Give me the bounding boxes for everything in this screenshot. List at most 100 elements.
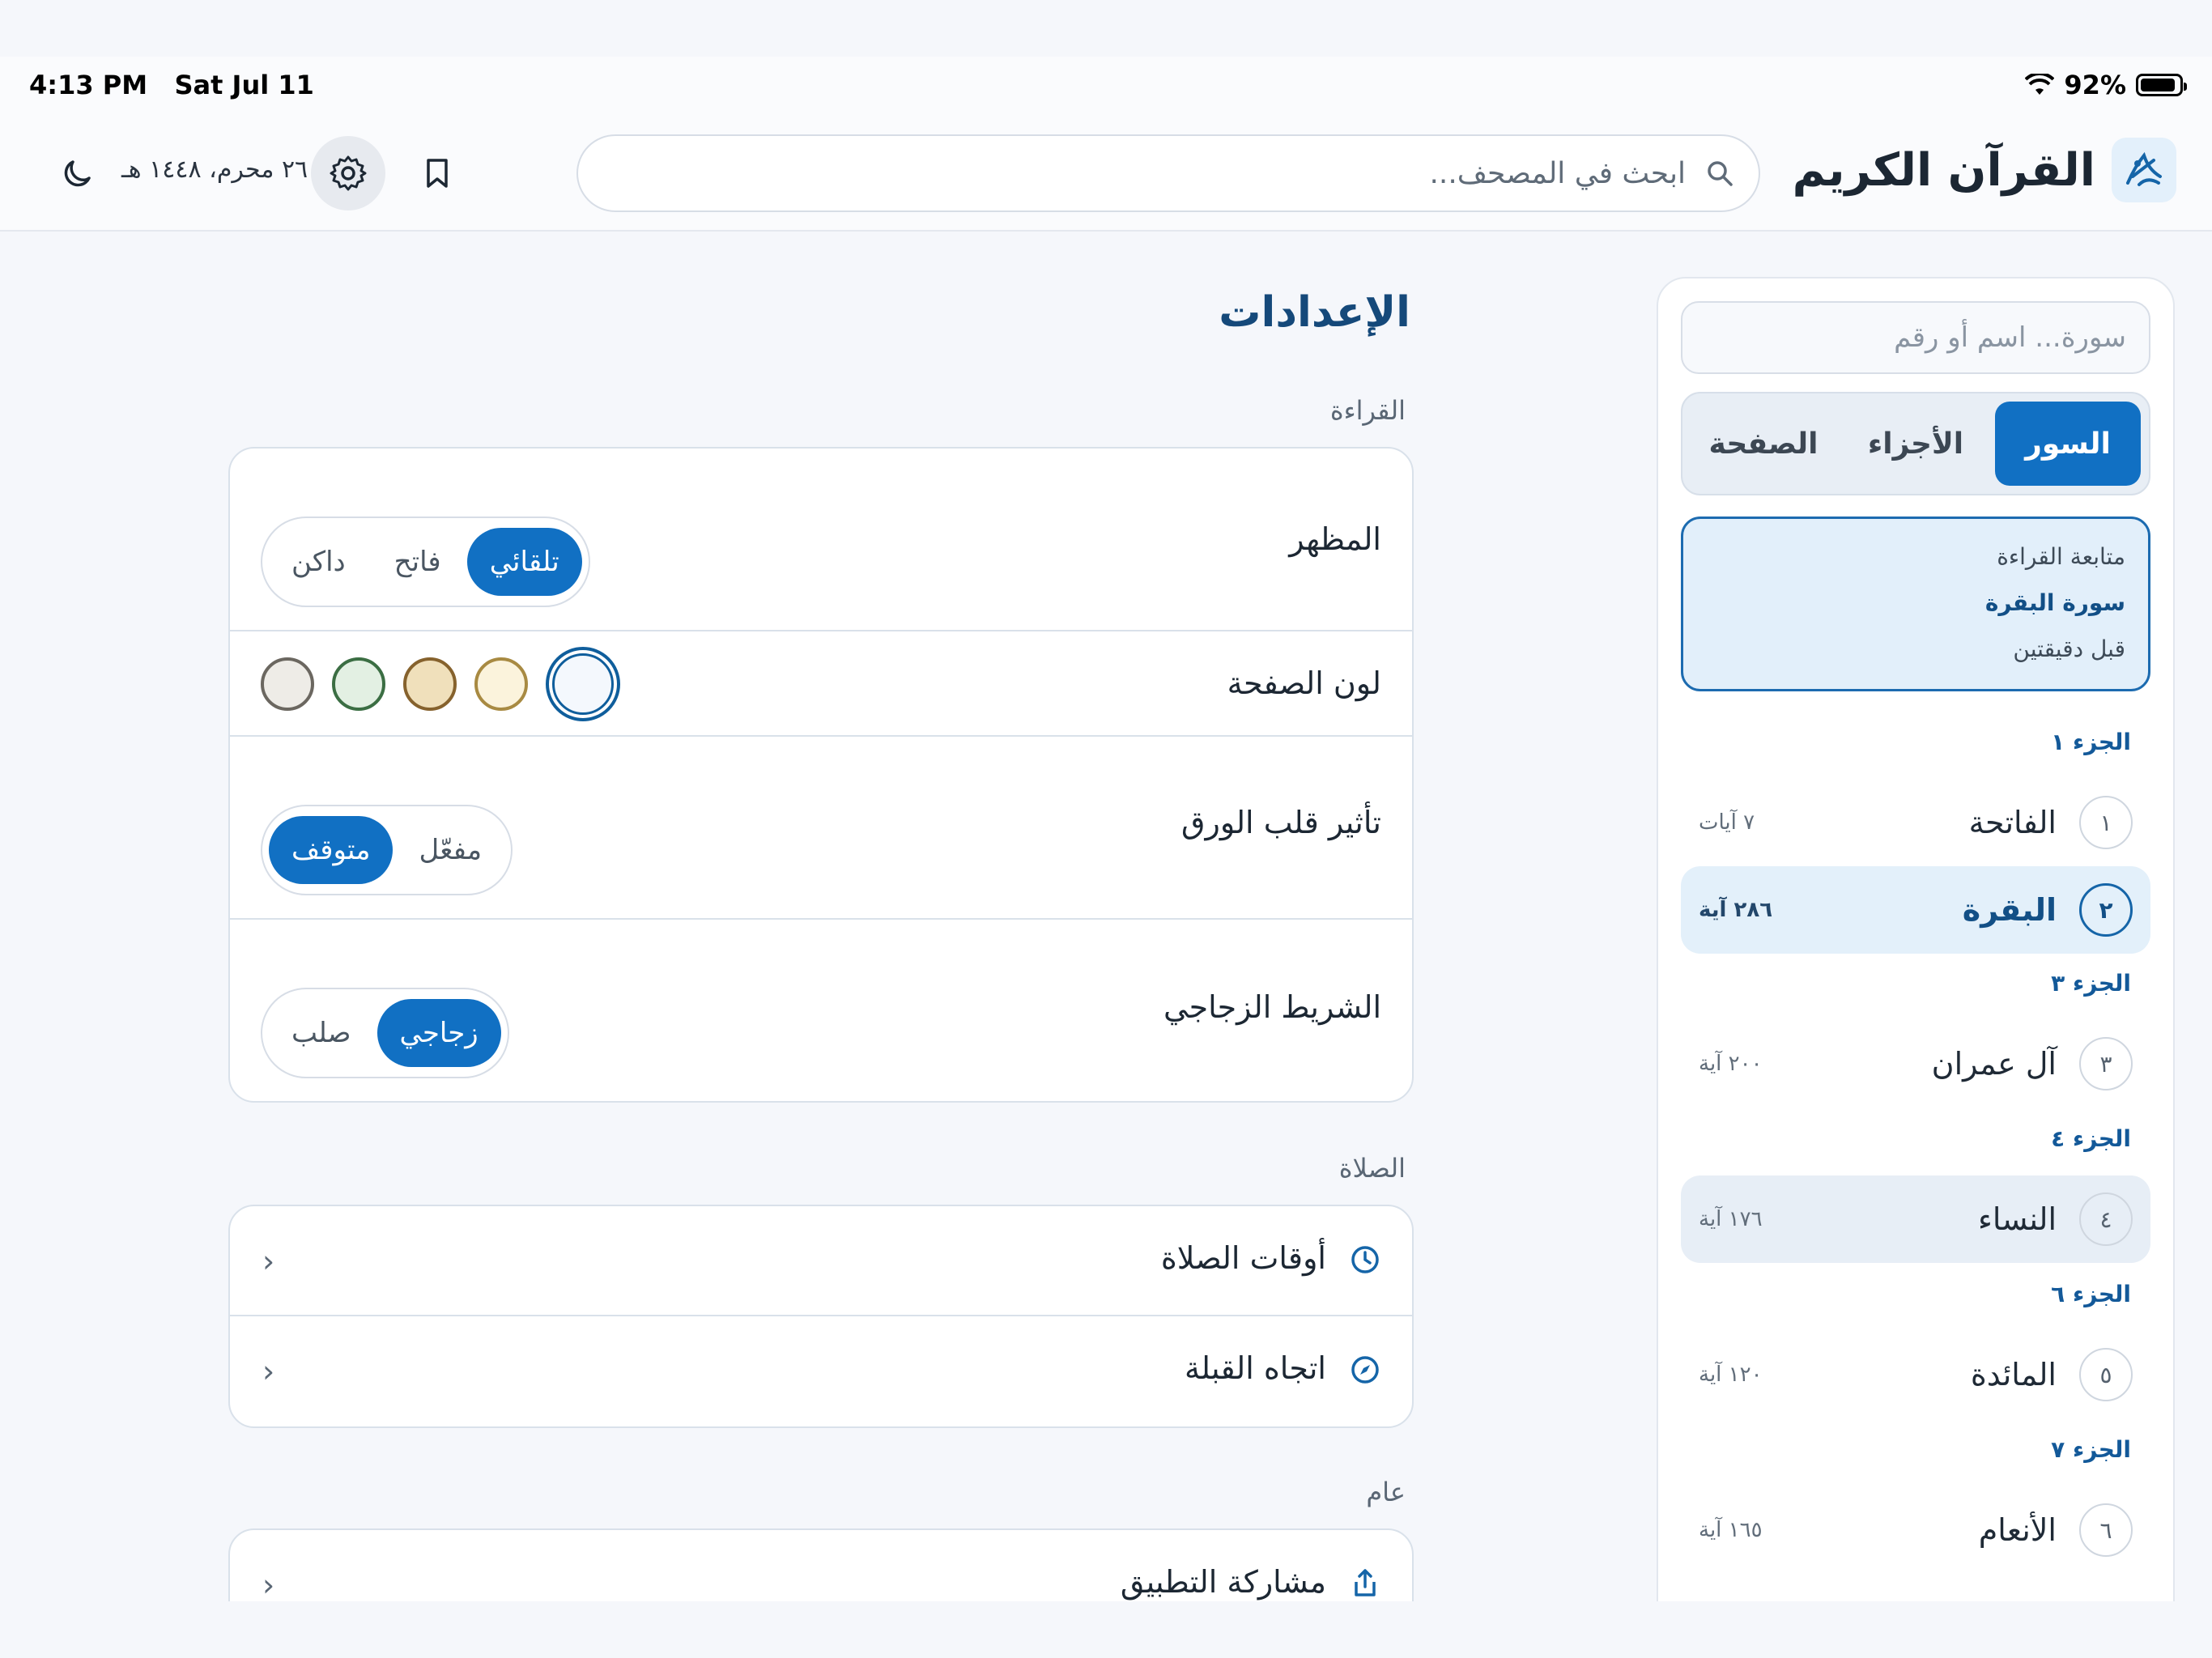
appearance-option-dark[interactable]: داكن <box>269 528 368 596</box>
continue-reading-time: قبل دقيقتين <box>2013 636 2125 662</box>
ayah-count: ٢٨٦ آية <box>1699 898 1773 922</box>
juz-header: الجزء ٧ <box>2051 1436 2131 1463</box>
surah-number: ٣ <box>2079 1037 2133 1090</box>
tab-surahs[interactable]: السور <box>1995 402 2141 486</box>
appearance-label: المظهر <box>1289 521 1381 557</box>
battery-icon <box>2136 74 2187 96</box>
page-color-swatch[interactable] <box>261 657 314 711</box>
juz-header: الجزء ٤ <box>2051 1125 2131 1152</box>
page-color-swatch-fill <box>552 653 614 715</box>
section-label-prayer: الصلاة <box>1338 1153 1406 1184</box>
reading-settings-card: المظهر تلقائي فاتح داكن لون الصفحة تأثير… <box>228 447 1414 1103</box>
share-app-label: مشاركة التطبيق <box>1120 1564 1326 1600</box>
chevron-left-icon: ‹ <box>262 1567 275 1601</box>
wifi-icon <box>2025 74 2055 95</box>
continue-reading-card[interactable]: متابعة القراءة سورة البقرة قبل دقيقتين <box>1681 517 2150 691</box>
ayah-count: ١٢٠ آية <box>1699 1363 1763 1387</box>
juz-header: الجزء ١ <box>2051 729 2131 755</box>
section-label-general: عام <box>1366 1477 1406 1507</box>
prayer-times-label: أوقات الصلاة <box>1160 1240 1326 1276</box>
ayah-count: ١٦٥ آية <box>1699 1518 1763 1542</box>
surah-number: ٦ <box>2079 1503 2133 1557</box>
share-app-row[interactable]: مشاركة التطبيق ‹ <box>230 1530 1412 1601</box>
main-content: سورة... اسم أو رقم السور الأجزاء الصفحة … <box>0 233 2212 1601</box>
page-flip-label: تأثير قلب الورق <box>1181 805 1381 840</box>
status-indicators: 92% <box>2025 70 2187 100</box>
surah-row-fatiha[interactable]: ١ الفاتحة ٧ آيات <box>1681 779 2150 866</box>
page-color-swatch[interactable] <box>546 647 620 721</box>
glass-bar-selector: زجاجي صلب <box>261 988 509 1078</box>
app-logo: القرآن الكريم <box>1793 138 2176 202</box>
gear-icon <box>330 155 367 191</box>
glass-bar-label: الشريط الزجاجي <box>1163 989 1381 1025</box>
settings-title: الإعدادات <box>1219 288 1410 337</box>
page-color-row: لون الصفحة <box>230 631 1412 737</box>
continue-reading-surah: سورة البقرة <box>1984 589 2125 616</box>
status-bar: 4:13 PM Sat Jul 11 92% <box>0 57 2212 115</box>
appearance-row: المظهر تلقائي فاتح داكن <box>230 449 1412 631</box>
tab-page[interactable]: الصفحة <box>1691 402 1836 486</box>
share-icon <box>1355 1569 1376 1596</box>
page-flip-option-off[interactable]: متوقف <box>269 816 393 884</box>
surah-row-maidah[interactable]: ٥ المائدة ١٢٠ آية <box>1681 1331 2150 1418</box>
glass-bar-option-solid[interactable]: صلب <box>269 999 374 1067</box>
chevron-left-icon: ‹ <box>262 1244 275 1279</box>
surah-name: الفاتحة <box>1968 805 2057 840</box>
surah-row-anam[interactable]: ٦ الأنعام ١٦٥ آية <box>1681 1486 2150 1574</box>
qibla-row[interactable]: اتجاه القبلة ‹ <box>230 1316 1412 1426</box>
page-color-swatches <box>261 647 620 721</box>
surah-name: النساء <box>1978 1201 2057 1237</box>
surah-name: الأنعام <box>1978 1512 2057 1548</box>
battery-percent: 92% <box>2064 70 2126 100</box>
ayah-count: ٧ آيات <box>1699 810 1755 835</box>
battery-level <box>2141 79 2176 91</box>
page-flip-option-on[interactable]: مفعّل <box>396 816 504 884</box>
appearance-selector: تلقائي فاتح داكن <box>261 517 590 607</box>
ayah-count: ٢٠٠ آية <box>1699 1052 1763 1076</box>
surah-name: المائدة <box>1970 1357 2057 1392</box>
search-placeholder: ابحث في المصحف... <box>1429 156 1686 190</box>
bookmark-icon <box>427 159 448 188</box>
appearance-option-auto[interactable]: تلقائي <box>466 528 582 596</box>
surah-number: ٤ <box>2079 1192 2133 1246</box>
prayer-times-row[interactable]: أوقات الصلاة ‹ <box>230 1206 1412 1316</box>
compass-icon <box>1351 1356 1379 1384</box>
surah-row-baqarah[interactable]: ٢ البقرة ٢٨٦ آية <box>1681 866 2150 954</box>
sidebar-tabs: السور الأجزاء الصفحة <box>1681 392 2150 495</box>
surah-sidebar: سورة... اسم أو رقم السور الأجزاء الصفحة … <box>1657 277 2175 1601</box>
juz-header: الجزء ٣ <box>2051 970 2131 997</box>
page-flip-row: تأثير قلب الورق مفعّل متوقف <box>230 737 1412 920</box>
bottom-safe-area <box>0 1601 2212 1658</box>
page-color-swatch[interactable] <box>332 657 385 711</box>
ayah-count: ١٧٦ آية <box>1699 1207 1763 1231</box>
page-flip-selector: مفعّل متوقف <box>261 805 513 895</box>
surah-number: ١ <box>2079 796 2133 849</box>
settings-button[interactable] <box>311 136 385 210</box>
tab-juz[interactable]: الأجزاء <box>1843 402 1989 486</box>
surah-number: ٢ <box>2079 883 2133 937</box>
quran-logo-icon <box>2112 138 2176 202</box>
continue-reading-label: متابعة القراءة <box>1997 543 2125 570</box>
section-label-reading: القراءة <box>1329 395 1406 426</box>
page-color-swatch[interactable] <box>474 657 528 711</box>
moon-icon <box>64 160 91 187</box>
appearance-option-light[interactable]: فاتح <box>372 528 464 596</box>
surah-number: ٥ <box>2079 1348 2133 1401</box>
status-time: 4:13 PM Sat Jul 11 <box>29 70 314 100</box>
surah-row-nisa[interactable]: ٤ النساء ١٧٦ آية <box>1681 1175 2150 1263</box>
page-color-swatch[interactable] <box>403 657 457 711</box>
dark-mode-button[interactable] <box>55 151 100 196</box>
glass-bar-option-glass[interactable]: زجاجي <box>376 999 501 1067</box>
clock-icon <box>1351 1246 1379 1273</box>
search-icon <box>1708 161 1733 186</box>
quran-search-input[interactable]: ابحث في المصحف... <box>576 134 1760 212</box>
prayer-settings-card: أوقات الصلاة ‹ اتجاه القبلة ‹ <box>228 1205 1414 1428</box>
general-settings-card: مشاركة التطبيق ‹ <box>228 1528 1414 1601</box>
surah-search-input[interactable]: سورة... اسم أو رقم <box>1681 301 2150 374</box>
chevron-left-icon: ‹ <box>262 1354 275 1389</box>
hijri-date: ٢٦ محرم، ١٤٤٨ هـ <box>121 155 308 184</box>
bookmark-button[interactable] <box>415 151 460 196</box>
surah-row-imran[interactable]: ٣ آل عمران ٢٠٠ آية <box>1681 1020 2150 1107</box>
qibla-label: اتجاه القبلة <box>1184 1350 1326 1386</box>
app-title: القرآن الكريم <box>1792 143 2095 197</box>
